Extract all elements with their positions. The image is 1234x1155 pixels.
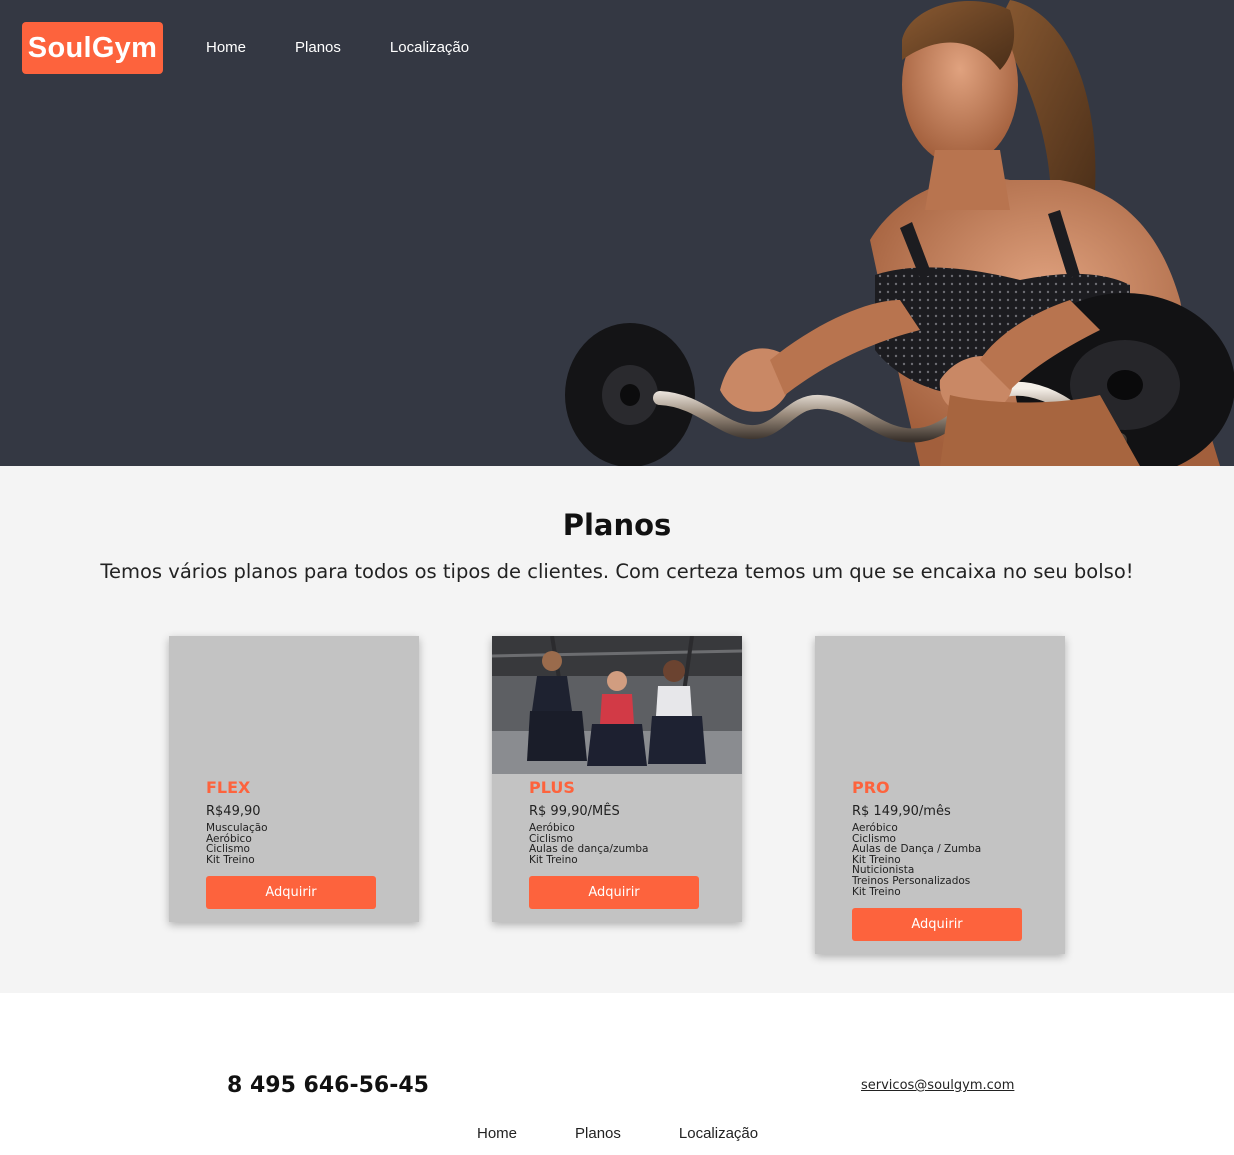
feature-item: Kit Treino — [206, 853, 255, 866]
plan-card-plus: PLUS R$ 99,90/MÊS Aeróbico Ciclismo Aula… — [492, 636, 742, 923]
plan-price: R$ 149,90/mês — [852, 804, 951, 819]
plan-features: Aeróbico Ciclismo Aulas de dança/zumba K… — [529, 823, 742, 865]
plan-image-placeholder — [815, 636, 1065, 774]
footer: 8 495 646-56-45 servicos@soulgym.com Hom… — [0, 993, 1234, 1155]
plan-name: FLEX — [206, 778, 251, 797]
feature-item: Musculação — [206, 822, 268, 834]
plan-price: R$49,90 — [206, 804, 261, 819]
planos-subtitle: Temos vários planos para todos os tipos … — [100, 560, 1134, 583]
plan-price: R$ 99,90/MÊS — [529, 804, 620, 819]
adquirir-button-pro[interactable]: Adquirir — [852, 908, 1022, 942]
nav-home-link[interactable]: Home — [206, 39, 246, 56]
footer-nav: Home Planos Localização — [477, 1125, 816, 1142]
feature-item: Kit Treino — [852, 885, 901, 898]
feature-item: Aeróbico — [529, 822, 575, 834]
feature-item: Treinos Personalizados — [852, 874, 971, 887]
plan-image-placeholder — [169, 636, 419, 774]
hero-athlete-image — [565, 0, 1234, 466]
plan-image-women-gym — [492, 636, 742, 774]
hero-section: SoulGym Home Planos Localização — [0, 0, 1234, 466]
phone-number: 8 495 646-56-45 — [227, 1073, 429, 1098]
adquirir-button-flex[interactable]: Adquirir — [206, 876, 376, 910]
plan-features: Aeróbico Ciclismo Aulas de Dança / Zumba… — [852, 823, 1065, 897]
feature-item: Kit Treino — [529, 853, 578, 866]
plan-name: PLUS — [529, 778, 575, 797]
logo[interactable]: SoulGym — [22, 22, 163, 74]
email-link[interactable]: servicos@soulgym.com — [861, 1078, 1014, 1093]
footer-nav-home-link[interactable]: Home — [477, 1125, 517, 1142]
footer-nav-planos-link[interactable]: Planos — [575, 1125, 621, 1142]
footer-nav-localizacao-link[interactable]: Localização — [679, 1125, 758, 1142]
plan-card-flex: FLEX R$49,90 Musculação Aeróbico Ciclism… — [169, 636, 419, 923]
main-nav: Home Planos Localização — [206, 39, 518, 56]
feature-item: Aeróbico — [852, 822, 898, 834]
plan-name: PRO — [852, 778, 890, 797]
plan-card-pro: PRO R$ 149,90/mês Aeróbico Ciclismo Aula… — [815, 636, 1065, 955]
planos-section: Planos Temos vários planos para todos os… — [0, 466, 1234, 993]
nav-localizacao-link[interactable]: Localização — [390, 39, 469, 56]
adquirir-button-plus[interactable]: Adquirir — [529, 876, 699, 910]
planos-title: Planos — [562, 508, 672, 542]
nav-planos-link[interactable]: Planos — [295, 39, 341, 56]
plan-features: Musculação Aeróbico Ciclismo Kit Treino — [206, 823, 419, 865]
